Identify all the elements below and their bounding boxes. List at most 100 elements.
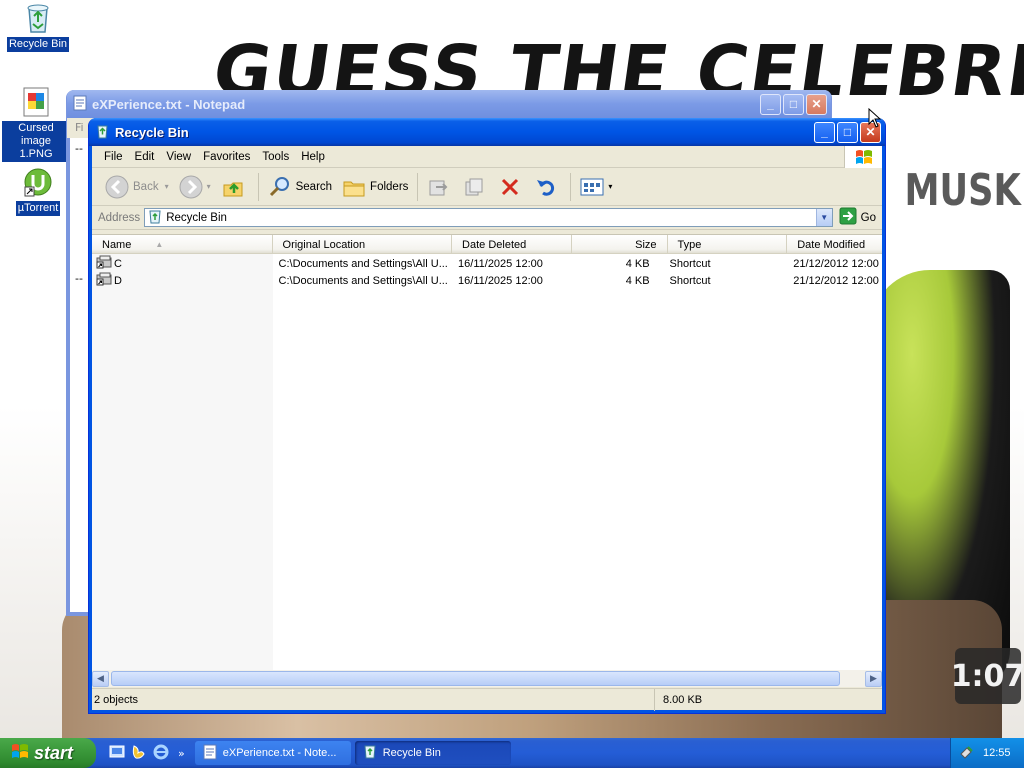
taskbar-button-notepad[interactable]: eXPerience.txt - Note...: [194, 741, 351, 765]
back-dropdown-icon[interactable]: ▾: [165, 182, 169, 191]
menu-help[interactable]: Help: [295, 151, 331, 163]
file-date-deleted: 16/11/2025 12:00: [458, 257, 543, 270]
notepad-close-button[interactable]: ✕: [806, 93, 827, 115]
menu-edit[interactable]: Edit: [129, 151, 161, 163]
column-header-original-location[interactable]: Original Location: [273, 235, 453, 254]
start-label: start: [34, 742, 74, 763]
maximize-button[interactable]: □: [837, 121, 858, 143]
shortcut-icon: [96, 255, 114, 272]
move-to-button[interactable]: [422, 172, 458, 202]
notepad-menu-file[interactable]: Fi: [75, 121, 84, 134]
notepad-maximize-button[interactable]: □: [783, 93, 804, 115]
recycle-bin-icon: [95, 123, 110, 142]
desktop-icon-label: Cursed image 1.PNG: [2, 121, 70, 162]
media-player-icon: [131, 744, 147, 763]
notepad-titlebar[interactable]: eXPerience.txt - Notepad _ □ ✕: [67, 90, 831, 118]
taskbar: start » eXPerience.txt - Note... Recycle…: [0, 738, 1024, 768]
delete-button[interactable]: [494, 172, 530, 202]
file-size: 4 KB: [625, 257, 650, 270]
status-bar: 2 objects 8.00 KB: [92, 688, 882, 711]
quick-launch-show-desktop[interactable]: [106, 744, 128, 763]
desktop-icon-cursed-image[interactable]: Cursed image 1.PNG: [0, 86, 72, 162]
recycle-bin-icon: [22, 2, 54, 34]
scroll-left-button[interactable]: ◀: [92, 670, 109, 687]
menu-tools[interactable]: Tools: [256, 151, 295, 163]
quick-launch-more[interactable]: »: [178, 747, 185, 760]
scroll-right-button[interactable]: ▶: [865, 670, 882, 687]
up-folder-button[interactable]: [216, 172, 254, 202]
quick-launch-media-player[interactable]: [128, 744, 150, 763]
chevron-down-icon: ▼: [820, 213, 829, 222]
taskbar-button-label: Recycle Bin: [382, 747, 441, 759]
recycle-bin-icon: [363, 744, 377, 762]
column-header-label: Date Deleted: [462, 238, 527, 251]
menu-file[interactable]: File: [98, 151, 129, 163]
quick-launch: »: [106, 744, 191, 763]
forward-button[interactable]: ▾: [174, 172, 216, 202]
image-file-icon: [20, 86, 52, 118]
copy-to-button[interactable]: [458, 172, 494, 202]
clock[interactable]: 12:55: [983, 747, 1011, 759]
menu-favorites[interactable]: Favorites: [197, 151, 256, 163]
column-header-size[interactable]: Size: [572, 235, 668, 254]
notepad-minimize-button[interactable]: _: [760, 93, 781, 115]
address-input[interactable]: Recycle Bin ▼: [144, 208, 833, 227]
file-name: C: [114, 257, 122, 270]
status-total-size: 8.00 KB: [654, 688, 882, 711]
forward-dropdown-icon[interactable]: ▾: [207, 182, 211, 191]
search-icon: [268, 175, 292, 199]
recycle-bin-titlebar[interactable]: Recycle Bin _ □ ✕: [89, 118, 885, 146]
toolbar: Back ▾ ▾ Search Folders ▾: [92, 168, 882, 206]
chevron-right-icon: ▶: [870, 673, 877, 684]
column-headers: Name ▲ Original Location Date Deleted Si…: [92, 235, 882, 254]
scrollbar-thumb[interactable]: [111, 671, 840, 686]
minimize-icon: _: [821, 125, 828, 139]
desktop-icon-utorrent[interactable]: µTorrent: [2, 166, 74, 216]
status-object-count: 2 objects: [94, 693, 139, 706]
file-date-deleted: 16/11/2025 12:00: [458, 274, 543, 287]
safely-remove-hardware-icon[interactable]: [959, 744, 975, 763]
undo-button[interactable]: [530, 172, 566, 202]
video-timer: 1:07: [951, 648, 1024, 704]
move-to-icon: [427, 176, 449, 198]
table-row[interactable]: D C:\Documents and Settings\All U... 16/…: [92, 272, 882, 289]
quick-launch-internet-explorer[interactable]: [150, 744, 172, 763]
chevron-left-icon: ◀: [97, 673, 104, 684]
sorted-column-highlight: [92, 254, 273, 670]
address-dropdown-button[interactable]: ▼: [815, 209, 832, 226]
desktop-icon-recycle-bin[interactable]: Recycle Bin: [2, 2, 74, 52]
delete-x-icon: [499, 176, 521, 198]
notepad-icon: [203, 744, 217, 763]
file-list-view[interactable]: Name ▲ Original Location Date Deleted Si…: [92, 234, 882, 687]
maximize-icon: □: [843, 125, 852, 139]
minimize-button[interactable]: _: [814, 121, 835, 143]
menu-view[interactable]: View: [160, 151, 197, 163]
toolbar-separator: [570, 172, 572, 201]
system-tray: 12:55: [950, 738, 1024, 768]
folders-button[interactable]: Folders: [337, 172, 413, 202]
address-bar: Address Recycle Bin ▼ Go: [92, 206, 882, 230]
go-button[interactable]: Go: [833, 207, 882, 228]
views-button[interactable]: ▾: [575, 172, 617, 202]
menubar: File Edit View Favorites Tools Help: [92, 145, 882, 168]
mouse-cursor-icon: [868, 107, 882, 131]
address-label: Address: [98, 211, 141, 224]
column-header-date-modified[interactable]: Date Modified: [787, 235, 882, 254]
column-header-name[interactable]: Name ▲: [92, 235, 273, 254]
back-button[interactable]: Back ▾: [100, 172, 174, 202]
desktop-icon-label: Recycle Bin: [6, 37, 70, 52]
column-header-type[interactable]: Type: [668, 235, 788, 254]
horizontal-scrollbar[interactable]: ◀ ▶: [92, 670, 882, 687]
taskbar-button-recycle-bin[interactable]: Recycle Bin: [354, 741, 511, 765]
start-button[interactable]: start: [0, 738, 96, 768]
forward-arrow-icon: [179, 175, 203, 199]
go-label: Go: [860, 211, 876, 224]
column-header-label: Date Modified: [797, 238, 866, 251]
column-header-date-deleted[interactable]: Date Deleted: [452, 235, 572, 254]
go-arrow-icon: [839, 207, 857, 228]
recycle-bin-window[interactable]: Recycle Bin _ □ ✕ File Edit View Favorit…: [88, 118, 886, 714]
search-button[interactable]: Search: [263, 172, 337, 202]
folder-icon: [342, 175, 366, 199]
toolbar-separator: [417, 172, 419, 201]
table-row[interactable]: C C:\Documents and Settings\All U... 16/…: [92, 255, 882, 272]
